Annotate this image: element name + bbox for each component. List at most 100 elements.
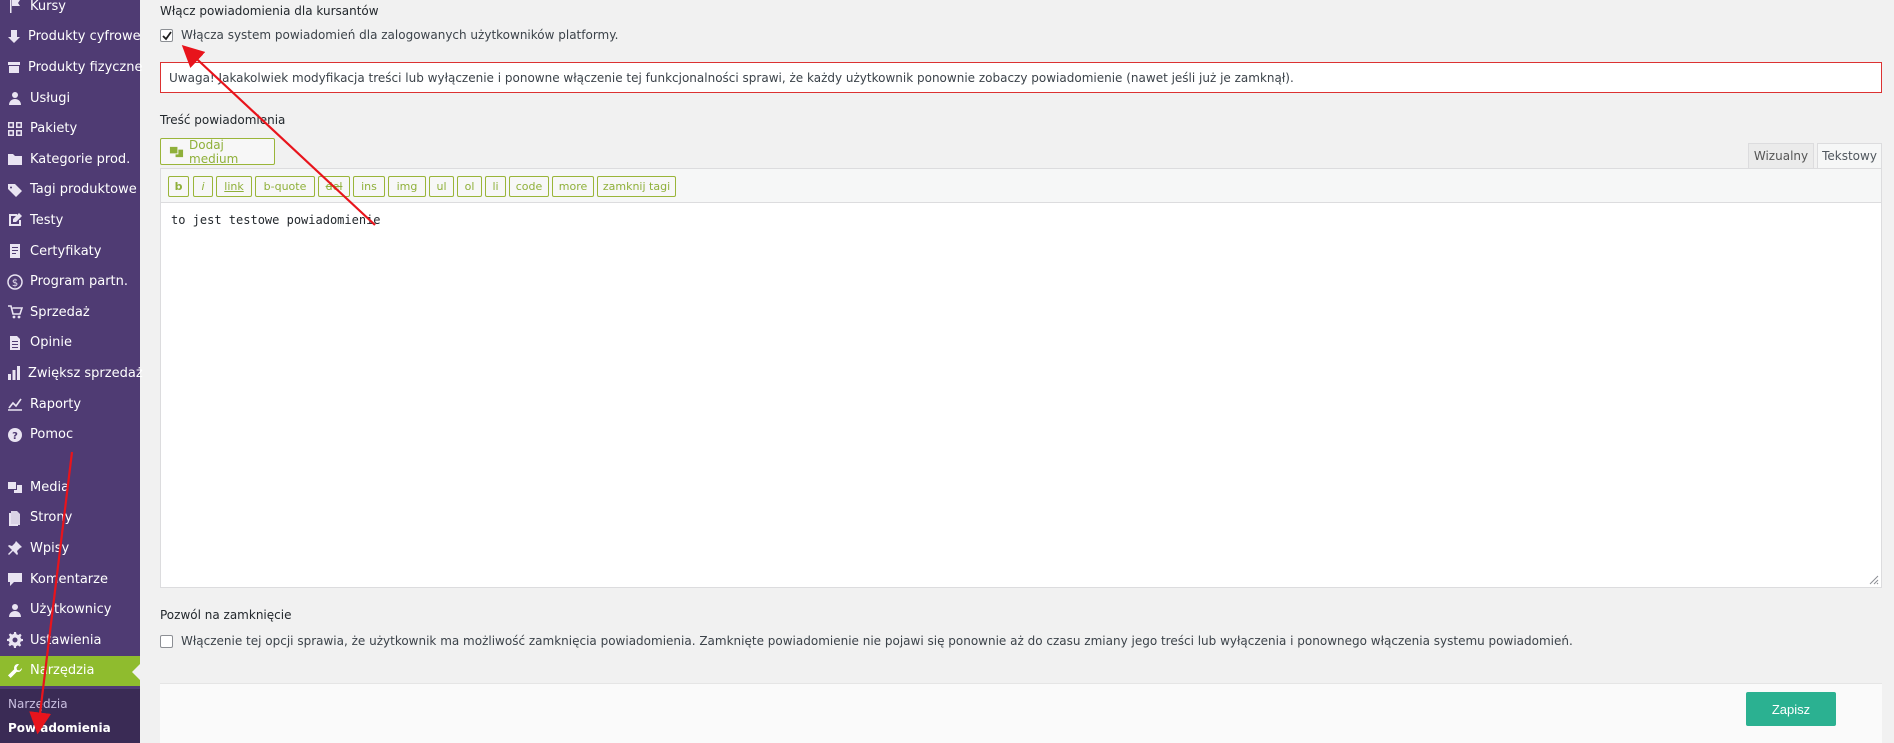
content-editor: b i link b-quote del ins img ul ol li co… — [160, 168, 1882, 588]
sidebar-item-label: Program partn. — [30, 274, 129, 290]
quicktag-italic-button[interactable]: i — [193, 176, 213, 197]
sidebar-item-produkty-cyfrowe[interactable]: Produkty cyfrowe — [0, 22, 141, 53]
users-icon — [6, 601, 24, 619]
sidebar-item-label: Testy — [30, 212, 64, 228]
warning-notice: Uwaga! Jakakolwiek modyfikacja treści lu… — [160, 62, 1882, 93]
svg-text:$: $ — [12, 278, 18, 289]
quicktags-toolbar: b i link b-quote del ins img ul ol li co… — [161, 169, 1881, 203]
sidebar-item-label: Raporty — [30, 396, 82, 412]
sidebar-item-sprzedaz[interactable]: Sprzedaż — [0, 297, 140, 328]
notification-content-textarea[interactable]: to jest testowe powiadomienie — [161, 203, 1881, 587]
dollar-icon: $ — [6, 273, 24, 291]
sidebar-item-label: Strony — [30, 510, 73, 526]
quicktag-code-button[interactable]: code — [509, 176, 549, 197]
plugin-menu: Kursy Produkty cyfrowe Produkty fizyczne… — [0, 0, 143, 450]
enable-notifications-checkbox[interactable] — [160, 29, 173, 42]
sidebar-item-kategorie[interactable]: Kategorie prod. — [0, 144, 140, 175]
comment-icon — [6, 570, 24, 588]
allow-close-checkbox[interactable] — [160, 635, 173, 648]
sidebar-item-label: Opinie — [30, 335, 72, 351]
document-icon — [6, 334, 24, 352]
pin-icon — [6, 539, 24, 557]
admin-sidebar: Kursy Produkty cyfrowe Produkty fizyczne… — [0, 0, 143, 743]
quicktag-bquote-button[interactable]: b-quote — [255, 176, 315, 197]
svg-text:?: ? — [12, 431, 18, 442]
sidebar-item-label: Ustawienia — [30, 632, 102, 648]
sidebar-item-label: Kursy — [30, 0, 66, 14]
settings-icon — [6, 631, 24, 649]
allow-close-title: Pozwól na zamknięcie — [160, 608, 292, 622]
quicktag-link-button[interactable]: link — [216, 176, 252, 197]
sidebar-item-strony[interactable]: Strony — [0, 503, 140, 534]
submit-area — [160, 683, 1882, 743]
quicktag-ins-button[interactable]: ins — [353, 176, 385, 197]
sidebar-item-label: Użytkownicy — [30, 602, 112, 618]
sidebar-item-komentarze[interactable]: Komentarze — [0, 564, 140, 595]
quicktag-bold-button[interactable]: b — [168, 176, 189, 197]
certificate-icon — [6, 242, 24, 260]
sidebar-item-label: Produkty fizyczne — [28, 59, 143, 75]
sidebar-item-ustawienia[interactable]: Ustawienia — [0, 625, 140, 656]
sidebar-item-produkty-fizyczne[interactable]: Produkty fizyczne — [0, 52, 143, 83]
sidebar-item-uslugi[interactable]: Usługi — [0, 83, 140, 114]
tab-text[interactable]: Tekstowy — [1817, 143, 1882, 169]
help-icon: ? — [6, 426, 24, 444]
enable-notifications-label: Włącza system powiadomień dla zalogowany… — [181, 28, 619, 42]
sidebar-item-label: Komentarze — [30, 571, 108, 587]
box-icon — [6, 58, 22, 76]
enable-notifications-title: Włącz powiadomienia dla kursantów — [160, 4, 379, 18]
sidebar-item-zwieksz-sprzedaz[interactable]: Zwiększ sprzedaż — [0, 358, 143, 389]
quicktag-ul-button[interactable]: ul — [429, 176, 454, 197]
quicktag-li-button[interactable]: li — [485, 176, 506, 197]
quicktag-close-tags-button[interactable]: zamknij tagi — [597, 176, 676, 197]
sidebar-item-opinie[interactable]: Opinie — [0, 328, 140, 359]
sidebar-item-certyfikaty[interactable]: Certyfikaty — [0, 236, 140, 267]
sidebar-item-label: Tagi produktowe — [30, 182, 137, 198]
core-menu: Media Strony Wpisy Komentarze Użytkownic… — [0, 472, 140, 687]
sidebar-item-wpisy[interactable]: Wpisy — [0, 533, 140, 564]
line-chart-icon — [6, 395, 24, 413]
sidebar-item-pomoc[interactable]: ? Pomoc — [0, 419, 140, 450]
sidebar-item-kursy[interactable]: Kursy — [0, 0, 140, 22]
submenu-item-powiadomienia[interactable]: Powiadomienia — [0, 716, 140, 740]
sidebar-item-label: Certyfikaty — [30, 243, 102, 259]
tag-icon — [6, 181, 24, 199]
sidebar-item-label: Usługi — [30, 90, 71, 106]
sidebar-item-label: Pomoc — [30, 427, 74, 443]
submenu-item-narzedzia[interactable]: Narzędzia — [0, 692, 140, 716]
download-icon — [6, 28, 22, 46]
quicktag-img-button[interactable]: img — [388, 176, 426, 197]
folder-icon — [6, 150, 24, 168]
grid-icon — [6, 120, 24, 138]
quicktag-more-button[interactable]: more — [552, 176, 594, 197]
sidebar-item-label: Produkty cyfrowe — [28, 29, 141, 45]
content-title: Treść powiadomienia — [160, 113, 286, 127]
bar-chart-icon — [6, 364, 22, 382]
quicktag-del-button[interactable]: del — [318, 176, 350, 197]
settings-content: Włącz powiadomienia dla kursantów Włącza… — [140, 0, 1894, 743]
sidebar-item-raporty[interactable]: Raporty — [0, 389, 140, 420]
sidebar-item-uzytkownicy[interactable]: Użytkownicy — [0, 594, 140, 625]
media-icon — [169, 144, 184, 159]
save-button[interactable]: Zapisz — [1746, 692, 1836, 726]
flag-icon — [6, 0, 24, 15]
media-icon — [6, 478, 24, 496]
sidebar-item-narzedzia[interactable]: Narzędzia — [0, 655, 140, 687]
sidebar-item-label: Sprzedaż — [30, 304, 90, 320]
sidebar-item-pakiety[interactable]: Pakiety — [0, 113, 140, 144]
add-media-label: Dodaj medium — [189, 137, 239, 166]
page-icon — [6, 509, 24, 527]
tab-visual[interactable]: Wizualny — [1748, 143, 1814, 169]
sidebar-item-tagi[interactable]: Tagi produktowe — [0, 175, 140, 206]
sidebar-item-program-partn[interactable]: $ Program partn. — [0, 266, 140, 297]
sidebar-item-label: Pakiety — [30, 121, 78, 137]
checkmark-icon — [161, 30, 172, 40]
add-media-button[interactable]: Dodaj medium — [160, 137, 275, 166]
sidebar-item-media[interactable]: Media — [0, 472, 140, 503]
sidebar-item-testy[interactable]: Testy — [0, 205, 140, 236]
quicktag-ol-button[interactable]: ol — [457, 176, 482, 197]
cart-icon — [6, 303, 24, 321]
resize-handle-icon[interactable] — [1867, 573, 1879, 585]
sidebar-item-label: Wpisy — [30, 540, 70, 556]
sidebar-item-label: Media — [30, 479, 70, 495]
